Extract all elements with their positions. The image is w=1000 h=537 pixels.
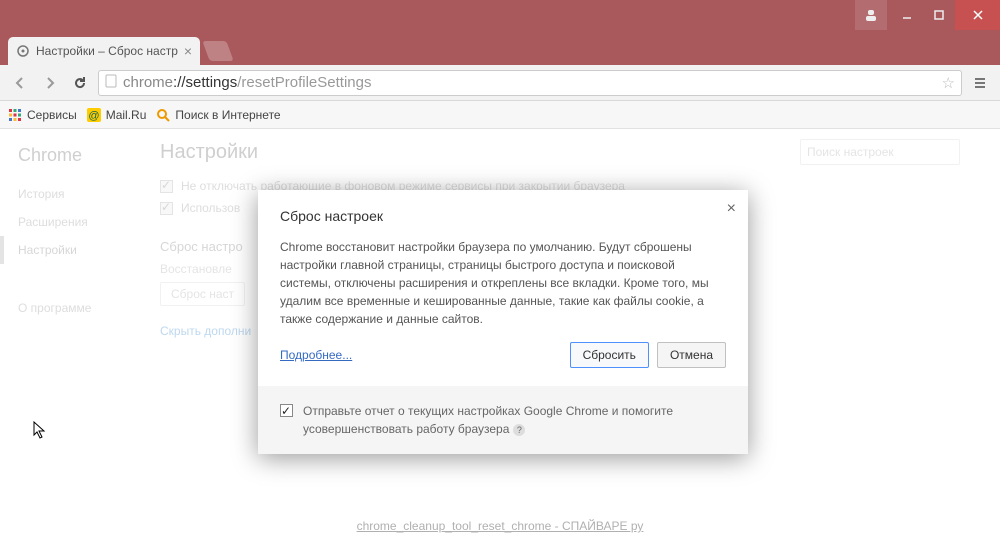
report-checkbox[interactable]	[280, 404, 293, 417]
bookmark-label: Mail.Ru	[106, 108, 147, 122]
url-scheme: chrome	[123, 74, 173, 91]
url-host: ://settings	[173, 74, 237, 91]
tab-strip: Настройки – Сброс настр ×	[0, 30, 1000, 65]
bookmark-label: Сервисы	[27, 108, 77, 122]
close-button[interactable]	[955, 0, 1000, 30]
user-icon[interactable]	[855, 0, 887, 30]
address-bar: chrome://settings/resetProfileSettings ☆	[0, 65, 1000, 101]
page-icon	[105, 74, 117, 92]
back-button[interactable]	[8, 71, 32, 95]
reset-settings-dialog: × Сброс настроек Chrome восстановит наст…	[258, 190, 748, 454]
tab-close-icon[interactable]: ×	[184, 44, 192, 58]
forward-button[interactable]	[38, 71, 62, 95]
new-tab-button[interactable]	[202, 41, 233, 61]
browser-tab[interactable]: Настройки – Сброс настр ×	[8, 37, 200, 65]
gear-icon	[16, 44, 30, 58]
window-titlebar	[0, 0, 1000, 30]
omnibox[interactable]: chrome://settings/resetProfileSettings ☆	[98, 70, 962, 96]
search-icon	[156, 108, 170, 122]
dialog-report-row[interactable]: Отправьте отчет о текущих настройках Goo…	[258, 386, 748, 454]
bookmark-apps[interactable]: Сервисы	[8, 108, 77, 122]
minimize-button[interactable]	[891, 0, 923, 30]
tab-title: Настройки – Сброс настр	[36, 44, 178, 58]
bookmark-label: Поиск в Интернете	[175, 108, 280, 122]
reset-button[interactable]: Сбросить	[570, 342, 649, 368]
bookmark-search[interactable]: Поиск в Интернете	[156, 108, 280, 122]
bookmark-star-icon[interactable]: ☆	[942, 74, 955, 92]
maximize-button[interactable]	[923, 0, 955, 30]
reload-button[interactable]	[68, 71, 92, 95]
learn-more-link[interactable]: Подробнее...	[280, 348, 352, 362]
bookmark-mailru[interactable]: @ Mail.Ru	[87, 108, 147, 122]
bookmarks-bar: Сервисы @ Mail.Ru Поиск в Интернете	[0, 101, 1000, 129]
report-label: Отправьте отчет о текущих настройках Goo…	[303, 402, 726, 438]
dialog-body-text: Chrome восстановит настройки браузера по…	[280, 238, 726, 328]
page-caption: chrome_cleanup_tool_reset_chrome - СПАЙВ…	[0, 519, 1000, 537]
apps-icon	[8, 108, 22, 122]
chrome-menu-icon[interactable]	[968, 76, 992, 90]
url-path: /resetProfileSettings	[237, 74, 371, 91]
cancel-button[interactable]: Отмена	[657, 342, 726, 368]
dialog-title: Сброс настроек	[280, 208, 726, 224]
help-icon[interactable]: ?	[513, 424, 525, 436]
dialog-close-icon[interactable]: ×	[727, 200, 736, 218]
svg-text:@: @	[88, 110, 99, 122]
mailru-icon: @	[87, 108, 101, 122]
